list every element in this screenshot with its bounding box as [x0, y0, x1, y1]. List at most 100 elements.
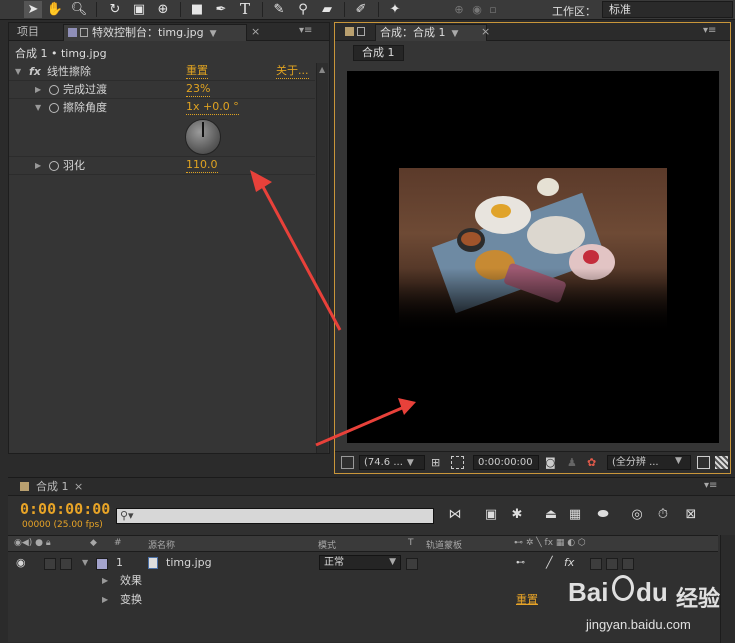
tab-timeline-comp[interactable]: 合成 1 — [32, 479, 73, 496]
timeline-column-header: ◉◀) ● 🔒︎ ◆ # 源名称 模式 T 轨道蒙板 ⊷ ✲ ╲ fx ▦ ◐ … — [8, 535, 718, 552]
color-channel-icon[interactable]: ✿ — [587, 456, 600, 469]
expand-triangle-icon[interactable]: ▼ — [15, 63, 21, 81]
comp-tab-strip: 合成：合成 1 ▼ × ▾≡ — [335, 23, 730, 41]
motion-blur-icon[interactable]: ▦ — [566, 506, 584, 524]
chevron-down-icon[interactable]: ▼ — [675, 456, 688, 469]
effect-row-linear-wipe[interactable]: ▼ fx 线性擦除 重置 关于... — [9, 63, 315, 81]
quality-switch-icon[interactable]: ╱ — [546, 554, 553, 572]
always-preview-icon[interactable] — [341, 456, 354, 469]
close-icon[interactable]: × — [74, 480, 83, 493]
transform-reset-link[interactable]: 重置 — [516, 591, 538, 609]
effect-controls-scrollbar[interactable]: ▲ — [316, 63, 328, 453]
solo-toggle[interactable] — [44, 558, 56, 570]
wipe-angle-value[interactable]: 1x +0.0 ° — [186, 100, 239, 115]
panel-menu-icon[interactable]: ▾≡ — [703, 25, 716, 36]
hand-tool-icon[interactable]: ✋ — [46, 1, 64, 18]
chart-editor-icon[interactable]: ⊠ — [682, 506, 700, 524]
timeline-search-input[interactable]: ⚲▾ — [116, 508, 434, 524]
puppet-tool-icon[interactable]: ✦ — [386, 1, 404, 18]
clone-stamp-tool-icon[interactable]: ⚲ — [294, 1, 312, 18]
collapsed-triangle-icon[interactable]: ▶ — [102, 572, 108, 590]
expand-triangle-icon[interactable]: ▼ — [35, 99, 41, 117]
graph-editor-icon[interactable]: ⬬ — [594, 506, 612, 524]
paw-icon — [612, 575, 634, 601]
rotate-tool-icon[interactable]: ↻ — [106, 1, 124, 18]
auto-keyframe-icon[interactable]: ⏱ — [654, 506, 672, 524]
fx-toggle-icon[interactable]: fx — [29, 63, 41, 81]
collapsed-triangle-icon[interactable]: ▶ — [35, 81, 41, 99]
close-icon[interactable]: × — [481, 25, 490, 38]
snapshot-icon[interactable]: ◙ — [545, 456, 558, 469]
lock-icon[interactable] — [80, 28, 88, 37]
stopwatch-icon[interactable] — [49, 161, 59, 171]
zoom-select[interactable]: (74.6 ... ▼ — [359, 455, 425, 470]
composition-viewer[interactable] — [347, 71, 719, 443]
layer-name[interactable]: timg.jpg — [166, 554, 212, 572]
expand-triangle-icon[interactable]: ▼ — [82, 554, 88, 572]
workspace-select[interactable]: 标准 — [602, 1, 733, 18]
col-num: # — [114, 538, 122, 548]
tab-effect-controls-label: 特效控制台：timg.jpg — [92, 26, 204, 39]
eye-icon[interactable]: ◉ — [16, 554, 26, 572]
rectangle-tool-icon[interactable]: ■ — [188, 1, 206, 18]
brainstorm-icon[interactable]: ◎ — [628, 506, 646, 524]
timeline-timecode[interactable]: 0:00:00:00 — [20, 500, 110, 518]
region-of-interest-icon[interactable] — [697, 456, 710, 469]
collapsed-triangle-icon[interactable]: ▶ — [35, 157, 41, 175]
show-snapshot-icon[interactable]: ♟ — [567, 456, 580, 469]
label-color-swatch[interactable] — [96, 558, 108, 570]
col-t: T — [408, 538, 414, 548]
axis-mode-icon[interactable]: ⊕ — [450, 1, 468, 18]
tab-effect-controls[interactable]: 特效控制台：timg.jpg ▼ — [63, 24, 247, 41]
shy-switch-icon[interactable]: ⊷ — [516, 554, 525, 572]
tea-set-image — [399, 168, 667, 332]
draft-3d-icon[interactable]: ▣ — [482, 506, 500, 524]
stopwatch-icon[interactable] — [49, 103, 59, 113]
current-time-display[interactable]: 0:00:00:00 — [473, 455, 539, 470]
grid-icon[interactable]: ⊞ — [431, 456, 444, 469]
mask-visibility-icon[interactable] — [451, 456, 464, 469]
timeline-tab-label: 合成 1 — [36, 480, 69, 493]
scroll-up-icon[interactable]: ▲ — [319, 65, 325, 74]
view-axis-icon[interactable]: ▫ — [484, 1, 502, 18]
panel-menu-icon[interactable]: ▾≡ — [299, 25, 312, 36]
panel-menu-icon[interactable]: ▾≡ — [704, 480, 717, 491]
chevron-down-icon[interactable]: ▼ — [452, 26, 459, 42]
roto-brush-tool-icon[interactable]: ✐ — [352, 1, 370, 18]
chevron-down-icon[interactable]: ▼ — [210, 26, 217, 42]
text-tool-icon[interactable]: T — [236, 1, 254, 18]
tea-shape — [461, 232, 481, 246]
chevron-down-icon: ▼ — [389, 557, 396, 567]
effect-reset-link[interactable]: 重置 — [186, 64, 208, 79]
eraser-tool-icon[interactable]: ▰ — [318, 1, 336, 18]
shy-layers-icon[interactable]: ✱ — [508, 506, 526, 524]
lock-icon[interactable] — [357, 27, 365, 36]
feather-value[interactable]: 110.0 — [186, 158, 218, 173]
selection-tool-icon[interactable]: ➤ — [24, 1, 42, 18]
collapsed-triangle-icon[interactable]: ▶ — [102, 591, 108, 609]
stopwatch-icon[interactable] — [49, 85, 59, 95]
composition-panel: 合成：合成 1 ▼ × ▾≡ 合成 1 (74.6 ... ▼ ⊞ 0:00:0… — [334, 22, 731, 474]
zoom-tool-icon[interactable]: 🔍︎ — [70, 1, 88, 18]
tab-composition[interactable]: 合成：合成 1 ▼ — [375, 24, 487, 41]
completion-value[interactable]: 23% — [186, 82, 211, 97]
preserve-transparency-toggle[interactable] — [406, 558, 418, 570]
layer-index: 1 — [116, 556, 123, 569]
transparency-grid-icon[interactable] — [715, 456, 728, 469]
blend-mode-value: 正常 — [324, 557, 344, 568]
effects-group-label: 效果 — [120, 574, 142, 587]
pan-behind-tool-icon[interactable]: ⊕ — [154, 1, 172, 18]
camera-tool-icon[interactable]: ▣ — [130, 1, 148, 18]
close-icon[interactable]: × — [251, 25, 260, 38]
effect-about-link[interactable]: 关于... — [276, 64, 309, 79]
col-source-name[interactable]: 源名称 — [148, 538, 175, 551]
tab-project[interactable]: 项目 — [13, 24, 43, 41]
comp-flowchart-tab[interactable]: 合成 1 — [353, 45, 404, 61]
lock-toggle[interactable] — [60, 558, 72, 570]
comp-swatch-icon — [20, 482, 29, 491]
blend-mode-select[interactable]: 正常 ▼ — [319, 555, 401, 570]
pen-tool-icon[interactable]: ✒ — [212, 1, 230, 18]
brush-tool-icon[interactable]: ✎ — [270, 1, 288, 18]
composition-mini-flowchart-icon[interactable]: ⋈ — [446, 506, 464, 524]
frame-blending-icon[interactable]: ⏏ — [542, 506, 560, 524]
